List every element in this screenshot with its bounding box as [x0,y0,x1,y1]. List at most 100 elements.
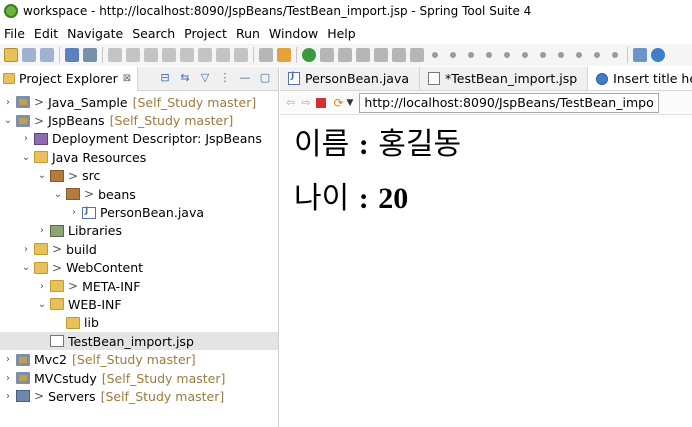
palette-dot-icon[interactable] [450,52,456,58]
view-menu-icon[interactable]: ⋮ [218,71,232,85]
maximize-icon[interactable]: ▢ [258,71,272,85]
suspend-icon[interactable] [144,48,158,62]
menu-window[interactable]: Window [265,26,323,41]
tree-item-testbean-import-jsp[interactable]: TestBean_import.jsp [0,332,278,351]
globe-icon[interactable] [651,48,665,62]
layout-icon[interactable] [410,48,424,62]
chevron-right-icon[interactable]: › [20,244,32,255]
step-into-icon[interactable] [198,48,212,62]
tree-item-deployment-descriptor[interactable]: › Deployment Descriptor: JspBeans [0,130,278,148]
chevron-right-icon[interactable]: › [2,373,14,384]
tree-item-java-sample[interactable]: › > Java_Sample [Self_Study master] [0,93,278,111]
menu-search[interactable]: Search [128,26,180,41]
minimize-icon[interactable]: — [238,71,252,85]
tab-insert-title-here[interactable]: Insert title here ⊠ [588,67,692,90]
palette-dot-icon[interactable] [504,52,510,58]
chevron-down-icon[interactable]: ⌄ [36,299,48,310]
link-with-editor-icon[interactable]: ⇆ [178,71,192,85]
tab-personbean-java[interactable]: PersonBean.java [280,67,421,90]
project-explorer-tabbar: Project Explorer ⊠ ⊟ ⇆ ▽ ⋮ — ▢ [0,66,278,91]
age-value: 20 [378,182,409,215]
layout-icon[interactable] [374,48,388,62]
close-icon[interactable]: ⊠ [123,73,131,84]
toolbar-divider [627,47,628,63]
menu-edit[interactable]: Edit [30,26,63,41]
tree-item-personbean-java[interactable]: › PersonBean.java [0,203,278,221]
tree-item-mvcstudy[interactable]: › MVCstudy [Self_Study master] [0,369,278,387]
tree-item-src[interactable]: ⌄ > src [0,167,278,185]
menu-file[interactable]: File [0,26,30,41]
refresh-icon[interactable]: ⟳ [333,96,343,110]
name-value: 홍길동 [378,127,462,162]
chevron-down-icon[interactable]: ⌄ [52,189,64,200]
terminal-icon[interactable] [65,48,79,62]
new-icon[interactable] [4,48,18,62]
disconnect-icon[interactable] [180,48,194,62]
use-step-filters-icon[interactable] [259,48,273,62]
chevron-down-icon[interactable]: ▼ [347,98,354,108]
palette-dot-icon[interactable] [540,52,546,58]
palette-dot-icon[interactable] [576,52,582,58]
palette-dot-icon[interactable] [594,52,600,58]
filter-icon[interactable]: ▽ [198,71,212,85]
chevron-right-icon[interactable]: › [2,391,14,402]
step-over-icon[interactable] [216,48,230,62]
terminate-icon[interactable] [162,48,176,62]
skip-breakpoints-icon[interactable] [108,48,122,62]
back-icon[interactable]: ⇦ [286,96,295,109]
chevron-down-icon[interactable]: ⌄ [2,115,14,126]
spring-boot-icon[interactable] [277,48,291,62]
palette-dot-icon[interactable] [522,52,528,58]
palette-dot-icon[interactable] [468,52,474,58]
tree-item-beans[interactable]: ⌄ > beans [0,185,278,203]
tree-item-web-inf[interactable]: ⌄ WEB-INF [0,295,278,313]
chevron-down-icon[interactable]: ⌄ [20,152,32,163]
chevron-down-icon[interactable]: ⌄ [20,262,32,273]
chevron-right-icon[interactable]: › [2,354,14,365]
palette-dot-icon[interactable] [432,52,438,58]
tree-item-webcontent[interactable]: ⌄ > WebContent [0,259,278,277]
chevron-down-icon[interactable]: ⌄ [36,170,48,181]
palette-dot-icon[interactable] [486,52,492,58]
resume-icon[interactable] [126,48,140,62]
tree-item-build[interactable]: › > build [0,240,278,258]
tree-item-libraries[interactable]: › Libraries [0,222,278,240]
layout-icon[interactable] [320,48,334,62]
menu-run[interactable]: Run [232,26,265,41]
folder-icon [50,280,64,293]
tree-item-java-resources[interactable]: ⌄ Java Resources [0,148,278,166]
source-folder-icon [50,169,64,182]
layout-icon[interactable] [356,48,370,62]
stop-icon[interactable] [316,97,327,108]
chevron-right-icon[interactable]: › [20,133,32,144]
palette-dot-icon[interactable] [558,52,564,58]
run-icon[interactable] [302,48,316,62]
tree-item-lib[interactable]: lib [0,314,278,332]
open-browser-icon[interactable] [633,48,647,62]
tree-item-servers[interactable]: › > Servers [Self_Study master] [0,387,278,405]
tab-project-explorer[interactable]: Project Explorer ⊠ [0,66,139,91]
layout-icon[interactable] [338,48,352,62]
search-icon[interactable] [83,48,97,62]
chevron-right-icon[interactable]: › [2,97,14,108]
save-icon[interactable] [22,48,36,62]
layout-icon[interactable] [392,48,406,62]
chevron-right-icon[interactable]: › [68,207,80,218]
url-input[interactable] [359,92,660,113]
tree-item-jspbeans[interactable]: ⌄ > JspBeans [Self_Study master] [0,111,278,129]
chevron-right-icon[interactable]: › [36,281,48,292]
menu-project[interactable]: Project [180,26,232,41]
forward-icon[interactable]: ⇨ [301,96,310,109]
chevron-right-icon[interactable]: › [36,225,48,236]
collapse-all-icon[interactable]: ⊟ [158,71,172,85]
tree-item-mvc2[interactable]: › Mvc2 [Self_Study master] [0,350,278,368]
save-all-icon[interactable] [40,48,54,62]
menu-help[interactable]: Help [323,26,361,41]
menu-navigate[interactable]: Navigate [63,26,128,41]
step-return-icon[interactable] [234,48,248,62]
project-icon [16,96,30,109]
tab-project-explorer-label: Project Explorer [19,71,118,86]
palette-dot-icon[interactable] [612,52,618,58]
tree-item-meta-inf[interactable]: › > META-INF [0,277,278,295]
tab-testbean-import-jsp[interactable]: *TestBean_import.jsp [420,67,589,90]
